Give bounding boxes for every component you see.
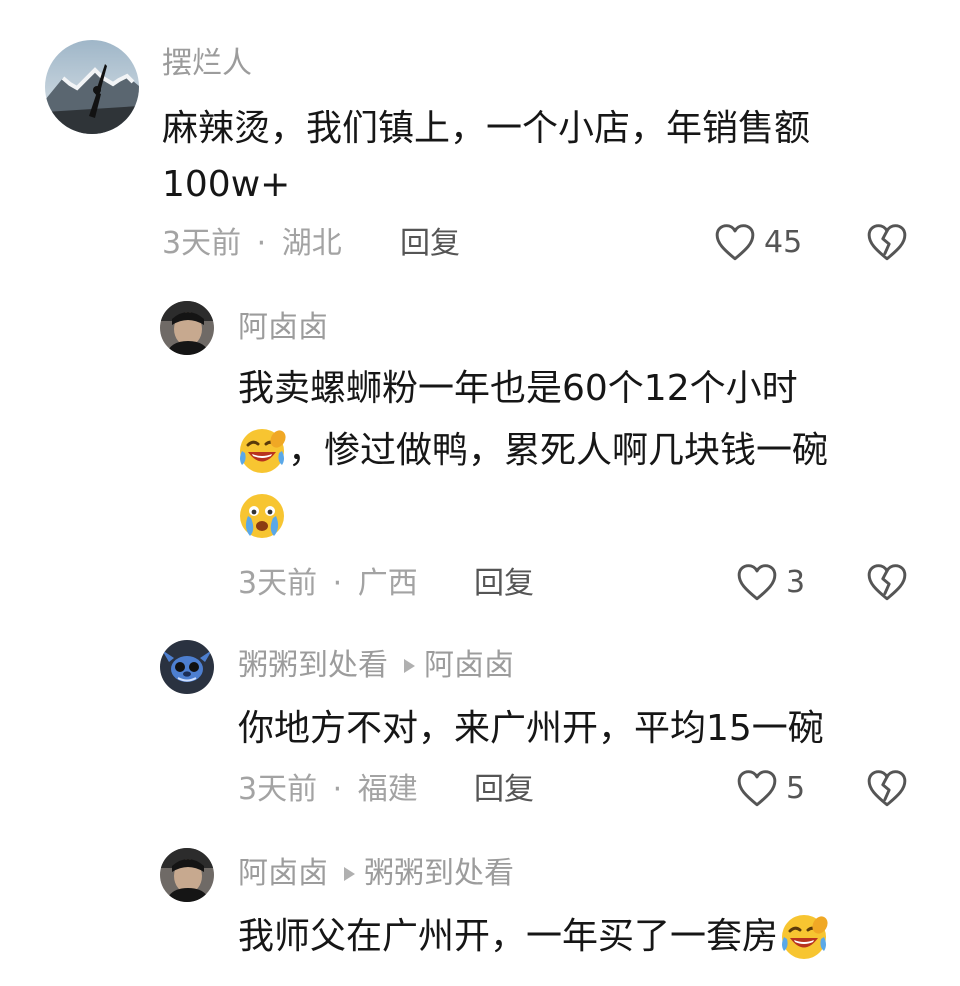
dislike-icon[interactable] (866, 562, 908, 604)
avatar[interactable] (160, 848, 214, 902)
reply-arrow-icon (402, 658, 416, 674)
avatar-mountain-image (45, 40, 139, 134)
comment-location: 湖北 (281, 226, 342, 261)
meta-separator: · (332, 566, 343, 601)
avatar-person-image (160, 848, 214, 902)
avatar-cartoon-image (160, 640, 214, 694)
comment-text-line-1: 麻辣烫，我们镇上，一个小店，年销售额 (162, 108, 811, 149)
dislike-icon[interactable] (866, 222, 908, 264)
comment-meta: 3天前 · 福建 (238, 770, 418, 810)
heart-icon (736, 768, 778, 810)
crying-laughing-emoji-icon (778, 911, 830, 963)
comment-text: 你地方不对，来广州开，平均15一碗 (238, 708, 824, 749)
comment-text-row: 我师父在广州开，一年买了一套房 (238, 906, 830, 968)
like-button[interactable]: 5 (736, 768, 805, 810)
avatar[interactable] (160, 640, 214, 694)
meta-separator: · (332, 772, 343, 807)
comment-meta: 3天前 · 广西 (238, 564, 418, 604)
crying-laughing-emoji-icon (236, 425, 288, 477)
heart-icon (736, 562, 778, 604)
comment-time: 3天前 (238, 566, 318, 601)
comment-text-line-2: 100w+ (162, 164, 291, 205)
avatar-person-image (160, 301, 214, 355)
like-button[interactable]: 45 (714, 222, 802, 264)
like-count: 5 (786, 771, 806, 806)
dislike-icon[interactable] (866, 768, 908, 810)
comment-author-line: 阿卤卤 粥粥到处看 (238, 854, 514, 894)
reply-button[interactable]: 回复 (474, 770, 534, 810)
comment-author[interactable]: 摆烂人 (162, 44, 252, 84)
comment-text-segment: ，惨过做鸭，累死人啊几块钱一碗 (288, 430, 829, 471)
comment-meta: 3天前 · 湖北 (162, 224, 342, 264)
reply-arrow-icon (342, 866, 356, 882)
comment-author[interactable]: 粥粥到处看 (238, 646, 388, 686)
comment-author[interactable]: 阿卤卤 (238, 854, 328, 894)
reply-button[interactable]: 回复 (400, 224, 460, 264)
comment-time: 3天前 (238, 772, 318, 807)
comment-time: 3天前 (162, 226, 242, 261)
like-count: 45 (764, 225, 803, 260)
comment-location: 广西 (357, 566, 418, 601)
heart-icon (714, 222, 756, 264)
reply-button[interactable]: 回复 (474, 564, 534, 604)
avatar[interactable] (45, 40, 139, 134)
comment-location: 福建 (357, 772, 418, 807)
comment-text-line-2: ，惨过做鸭，累死人啊几块钱一碗 (236, 420, 828, 482)
comment-text-line-1: 我卖螺蛳粉一年也是60个12个小时 (238, 368, 798, 409)
avatar[interactable] (160, 301, 214, 355)
comment-author-line: 粥粥到处看 阿卤卤 (238, 646, 514, 686)
crying-emoji-icon (236, 490, 288, 542)
reply-to-author[interactable]: 粥粥到处看 (364, 854, 514, 894)
reply-to-author[interactable]: 阿卤卤 (424, 646, 514, 686)
like-button[interactable]: 3 (736, 562, 805, 604)
comment-author[interactable]: 阿卤卤 (238, 308, 328, 348)
like-count: 3 (786, 565, 806, 600)
meta-separator: · (256, 226, 267, 261)
comment-text: 我师父在广州开，一年买了一套房 (238, 916, 779, 957)
